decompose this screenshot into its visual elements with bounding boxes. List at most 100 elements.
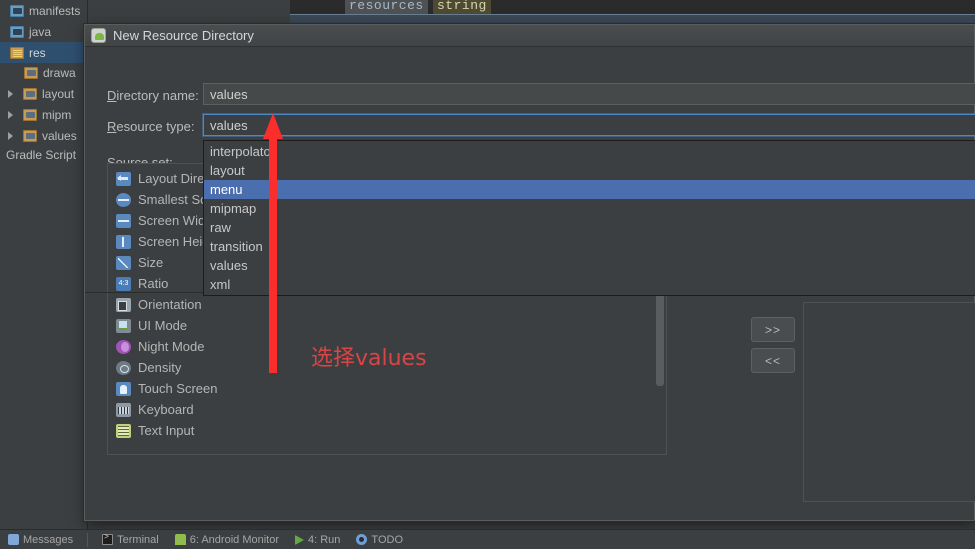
tool-button-android-monitor[interactable]: 6: Android Monitor [167, 530, 287, 549]
dropdown-option-values[interactable]: values [204, 256, 975, 275]
add-qualifier-button[interactable]: >> [751, 317, 795, 342]
dropdown-option-mipmap[interactable]: mipmap [204, 199, 975, 218]
qualifier-label: Night Mode [138, 339, 205, 354]
qualifier-row[interactable]: Keyboard [108, 399, 666, 420]
dropdown-option-raw[interactable]: raw [204, 218, 975, 237]
tree-item-label: java [29, 24, 52, 39]
resource-type-combobox[interactable]: values [203, 114, 975, 136]
layout-direction-icon [116, 171, 131, 186]
folder-icon [10, 25, 24, 38]
qualifier-label: Orientation [138, 297, 202, 312]
touch-screen-icon [116, 381, 131, 396]
android-icon [174, 534, 186, 545]
dropdown-option-xml[interactable]: xml [204, 275, 975, 294]
chosen-qualifiers-panel[interactable] [803, 302, 975, 502]
tree-item-manifests[interactable]: manifests [0, 0, 88, 21]
remove-qualifier-button[interactable]: << [751, 348, 795, 373]
run-icon [295, 534, 304, 545]
tree-item-label: manifests [29, 3, 81, 18]
code-token-resources: resources [345, 0, 428, 14]
dialog-title-bar: New Resource Directory [85, 25, 974, 47]
new-resource-directory-dialog: New Resource Directory Directory name: v… [84, 24, 975, 521]
qualifier-row[interactable]: Text Input [108, 420, 666, 441]
tool-button-label: Terminal [117, 533, 159, 546]
screen-root: resources string manifests java res draw… [0, 0, 975, 549]
tool-button-label: 6: Android Monitor [189, 533, 279, 546]
tree-item-label: res [29, 45, 46, 60]
terminal-icon [102, 532, 114, 545]
resource-type-label: Resource type: [107, 119, 195, 134]
qualifier-label: UI Mode [138, 318, 188, 333]
annotation-text: 选择values [311, 346, 427, 371]
directory-name-label-text: irectory name: [116, 88, 199, 103]
qualifier-label: Ratio [138, 276, 169, 291]
folder-icon [23, 129, 37, 142]
chevron-right-icon[interactable] [6, 130, 17, 141]
project-tree-sidebar: manifests java res drawa layout mipm val… [0, 0, 88, 529]
qualifier-row[interactable]: UI Mode [108, 315, 666, 336]
tree-item-values[interactable]: values [0, 125, 88, 146]
smallest-screen-width-icon [116, 192, 131, 207]
folder-icon [23, 108, 37, 121]
tool-button-label: Messages [23, 533, 74, 546]
density-icon [116, 360, 131, 375]
dropdown-option-transition[interactable]: transition [204, 237, 975, 256]
tool-button-run[interactable]: 4: Run [287, 530, 348, 549]
folder-icon [24, 66, 38, 79]
tree-item-label: values [42, 128, 77, 143]
chevron-right-icon[interactable] [6, 109, 17, 120]
keyboard-icon [116, 402, 131, 417]
qualifier-label: Text Input [138, 423, 195, 438]
tree-item-java[interactable]: java [0, 21, 88, 42]
size-icon [116, 255, 131, 270]
annotation-arrow-icon [263, 113, 283, 373]
folder-icon [23, 87, 37, 100]
qualifier-label: Size [138, 255, 164, 270]
android-studio-icon [91, 28, 106, 43]
ratio-icon: 4:3 [116, 276, 131, 291]
tool-button-label: 4: Run [308, 533, 341, 546]
screen-width-icon [116, 213, 131, 228]
resource-type-label-text: esource type: [116, 119, 195, 134]
qualifier-label: Keyboard [138, 402, 194, 417]
editor-code-strip: resources string [290, 0, 975, 14]
dropdown-option-layout[interactable]: layout [204, 161, 975, 180]
tool-button-label: TODO [371, 533, 403, 546]
res-folder-icon [10, 46, 24, 59]
todo-icon [356, 534, 368, 545]
ui-mode-icon [116, 318, 131, 333]
text-input-icon [116, 423, 131, 438]
tool-button-terminal[interactable]: Terminal [94, 530, 167, 549]
messages-icon [8, 534, 19, 545]
qualifier-row[interactable]: Touch Screen [108, 378, 666, 399]
folder-icon [10, 4, 24, 17]
transfer-buttons: >> << [751, 317, 797, 379]
tree-item-res[interactable]: res [0, 42, 88, 63]
dropdown-option-interpolator[interactable]: interpolator [204, 142, 975, 161]
dialog-title-text: New Resource Directory [113, 28, 254, 43]
qualifier-label: Touch Screen [138, 381, 218, 396]
code-token-string: string [433, 0, 491, 14]
orientation-icon [116, 297, 131, 312]
directory-name-label: Directory name: [107, 88, 199, 103]
directory-name-input[interactable]: values [203, 83, 975, 105]
qualifier-label: Density [138, 360, 182, 375]
tool-window-bar: Messages Terminal 6: Android Monitor 4: … [0, 529, 975, 549]
dropdown-option-menu[interactable]: menu [204, 180, 975, 199]
tool-button-todo[interactable]: TODO [348, 530, 411, 549]
qualifier-row[interactable]: Orientation [108, 294, 666, 315]
tree-item-mipmap[interactable]: mipm [0, 104, 88, 125]
resource-type-dropdown-list[interactable]: interpolator layout menu mipmap raw transitio… [203, 140, 975, 296]
tree-item-gradle-scripts[interactable]: Gradle Script [0, 145, 88, 164]
tree-item-label: mipm [42, 107, 72, 122]
night-mode-icon [116, 339, 131, 354]
bottom-bar-separator [87, 532, 89, 547]
tree-item-label: drawa [43, 65, 76, 80]
dialog-body: Directory name: values Resource type: va… [85, 47, 975, 521]
screen-height-icon [116, 234, 131, 249]
tool-button-messages[interactable]: Messages [0, 530, 81, 549]
tree-item-drawable[interactable]: drawa [0, 62, 88, 83]
tree-item-label: layout [42, 86, 75, 101]
chevron-right-icon[interactable] [6, 88, 17, 99]
tree-item-layout[interactable]: layout [0, 83, 88, 104]
